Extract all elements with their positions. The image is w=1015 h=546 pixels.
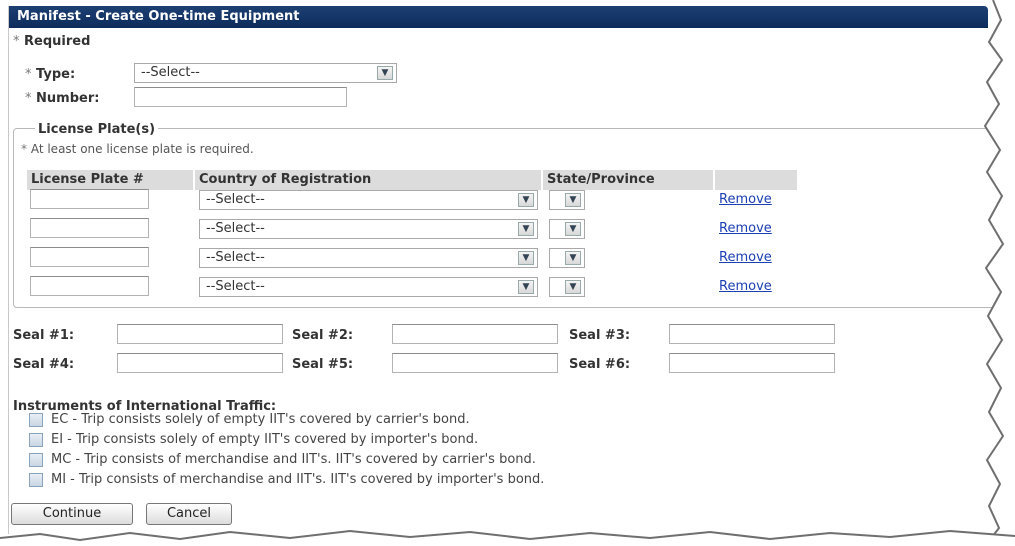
column-header-state: State/Province (543, 170, 713, 190)
iit-ei-label: EI - Trip consists solely of empty IIT's… (51, 432, 479, 447)
type-label-text: Type: (36, 67, 76, 82)
seal-4-input[interactable] (117, 353, 283, 373)
state-select[interactable]: ▼ (549, 219, 585, 239)
required-star: * (13, 34, 20, 49)
iit-mi-label: MI - Trip consists of merchandise and II… (51, 472, 545, 487)
remove-link[interactable]: Remove (719, 192, 772, 207)
chevron-down-icon[interactable]: ▼ (518, 251, 534, 265)
seal-3-label: Seal #3: (569, 328, 631, 343)
required-star: * (25, 67, 32, 82)
chevron-down-icon[interactable]: ▼ (565, 251, 581, 265)
country-select-value: --Select-- (206, 221, 265, 236)
chevron-down-icon[interactable]: ▼ (377, 66, 393, 80)
plate-input[interactable] (30, 218, 149, 238)
torn-edge-right (983, 0, 1015, 546)
state-select[interactable]: ▼ (549, 277, 585, 297)
country-select-value: --Select-- (206, 192, 265, 207)
seal-5-label: Seal #5: (292, 357, 354, 372)
state-select[interactable]: ▼ (549, 190, 585, 210)
chevron-down-icon[interactable]: ▼ (518, 193, 534, 207)
create-equipment-panel: Manifest - Create One-time Equipment * R… (8, 6, 1013, 534)
iit-mc-label: MC - Trip consists of merchandise and II… (51, 452, 536, 467)
chevron-down-icon[interactable]: ▼ (518, 222, 534, 236)
number-label-text: Number: (36, 91, 100, 106)
seal-2-input[interactable] (392, 324, 558, 344)
country-select-value: --Select-- (206, 279, 265, 294)
seal-6-label: Seal #6: (569, 357, 631, 372)
iit-mi-checkbox[interactable] (29, 473, 43, 487)
country-select[interactable]: --Select-- ▼ (199, 190, 538, 210)
remove-link[interactable]: Remove (719, 221, 772, 236)
required-note-text: Required (24, 34, 91, 49)
remove-link[interactable]: Remove (719, 279, 772, 294)
chevron-down-icon[interactable]: ▼ (565, 222, 581, 236)
country-select[interactable]: --Select-- ▼ (199, 248, 538, 268)
seal-1-input[interactable] (117, 324, 283, 344)
column-header-actions (715, 170, 797, 190)
country-select[interactable]: --Select-- ▼ (199, 219, 538, 239)
seal-2-label: Seal #2: (292, 328, 354, 343)
seal-6-input[interactable] (669, 353, 835, 373)
column-header-plate: License Plate # (27, 170, 193, 190)
plate-input[interactable] (30, 276, 149, 296)
type-select-value: --Select-- (141, 65, 200, 80)
iit-ei-checkbox[interactable] (29, 433, 43, 447)
window-title: Manifest - Create One-time Equipment (9, 6, 988, 28)
chevron-down-icon[interactable]: ▼ (565, 280, 581, 294)
type-select[interactable]: --Select-- ▼ (134, 63, 397, 83)
plate-input[interactable] (30, 247, 149, 267)
remove-link[interactable]: Remove (719, 250, 772, 265)
state-select[interactable]: ▼ (549, 248, 585, 268)
seal-3-input[interactable] (669, 324, 835, 344)
chevron-down-icon[interactable]: ▼ (518, 280, 534, 294)
column-header-country: Country of Registration (195, 170, 541, 190)
iit-mc-checkbox[interactable] (29, 453, 43, 467)
plate-input[interactable] (30, 189, 149, 209)
seal-1-label: Seal #1: (13, 328, 75, 343)
torn-edge-bottom (0, 529, 1015, 546)
required-star: * (21, 142, 27, 156)
required-note: * Required (13, 34, 90, 49)
seal-5-input[interactable] (392, 353, 558, 373)
chevron-down-icon[interactable]: ▼ (565, 193, 581, 207)
license-plates-legend: License Plate(s) (35, 122, 159, 137)
country-select[interactable]: --Select-- ▼ (199, 277, 538, 297)
number-input[interactable] (134, 87, 347, 107)
number-label: * Number: (25, 91, 99, 106)
iit-ec-label: EC - Trip consists solely of empty IIT's… (51, 412, 470, 427)
required-star: * (25, 91, 32, 106)
iit-ec-checkbox[interactable] (29, 413, 43, 427)
seal-4-label: Seal #4: (13, 357, 75, 372)
cancel-button[interactable]: Cancel (146, 503, 232, 525)
country-select-value: --Select-- (206, 250, 265, 265)
license-plates-note-text: At least one license plate is required. (30, 142, 254, 156)
type-label: * Type: (25, 67, 75, 82)
continue-button[interactable]: Continue (11, 503, 133, 525)
license-plates-note: * At least one license plate is required… (21, 142, 254, 156)
